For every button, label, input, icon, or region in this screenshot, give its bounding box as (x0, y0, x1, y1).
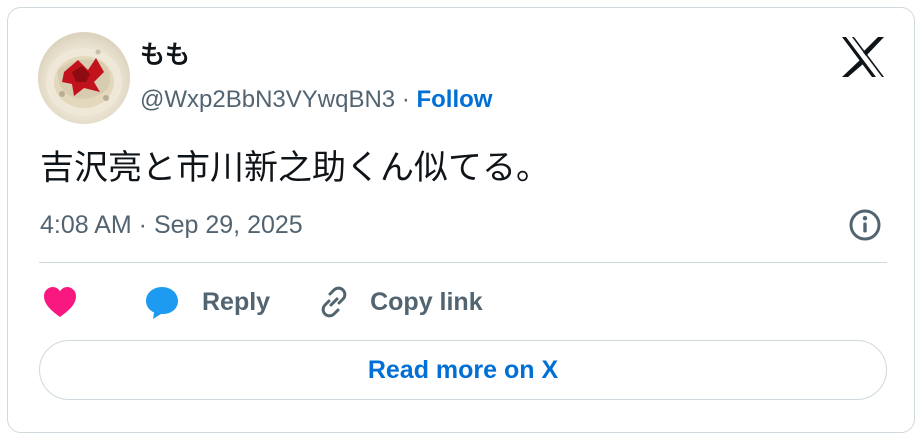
read-more-button[interactable]: Read more on X (39, 340, 887, 400)
user-handle[interactable]: @Wxp2BbN3VYwqBN3 (140, 86, 395, 113)
avatar[interactable] (38, 32, 130, 124)
avatar-image (46, 48, 122, 116)
link-icon (321, 286, 347, 318)
display-name[interactable]: もも (140, 40, 190, 70)
copy-link-label: Copy link (370, 287, 483, 316)
reply-label: Reply (202, 287, 271, 316)
speech-bubble-icon (146, 287, 178, 319)
handle-row: @Wxp2BbN3VYwqBN3 · Follow (140, 85, 492, 115)
x-logo-icon[interactable] (840, 36, 886, 78)
action-bar: Reply Copy link (40, 280, 483, 324)
reply-button[interactable]: Reply (142, 282, 270, 322)
separator-dot: · (401, 86, 410, 113)
tweet-timestamp[interactable]: 4:08 AM · Sep 29, 2025 (40, 210, 303, 240)
follow-button[interactable]: Follow (416, 86, 492, 113)
read-more-label: Read more on X (367, 355, 559, 384)
heart-icon[interactable] (40, 282, 80, 322)
divider (39, 262, 887, 263)
copy-link-button[interactable]: Copy link (316, 284, 483, 320)
info-icon[interactable] (848, 208, 882, 242)
tweet-text: 吉沢亮と市川新之助くん似てる。 (40, 148, 550, 188)
